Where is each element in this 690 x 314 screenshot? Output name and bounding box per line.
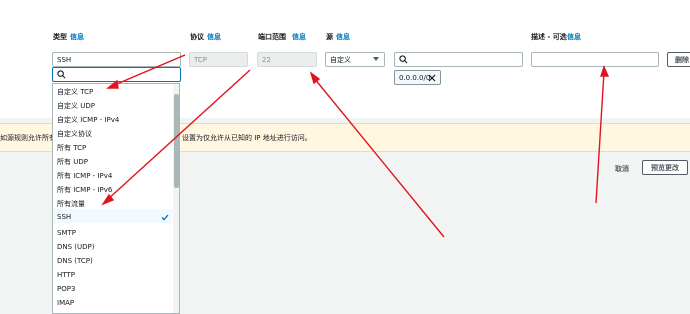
dropdown-item[interactable]: 所有 ICMP - IPv4	[57, 171, 112, 181]
dropdown-item[interactable]: IMAP	[57, 299, 74, 307]
port-range-header: 端口范围	[258, 33, 286, 41]
type-search-input[interactable]	[52, 67, 181, 82]
dropdown-item[interactable]: 自定义 ICMP - IPv4	[57, 115, 119, 125]
protocol-field: TCP	[189, 52, 248, 67]
dropdown-item[interactable]: SSH	[57, 213, 71, 221]
source-info-link[interactable]: 信息	[336, 32, 350, 42]
type-select-value: SSH	[57, 55, 72, 64]
type-select[interactable]: SSH	[52, 52, 181, 67]
port-range-info-link[interactable]: 信息	[292, 32, 306, 42]
source-cidr-value: 0.0.0.0/0	[399, 73, 431, 82]
protocol-value: TCP	[194, 55, 207, 64]
port-range-field: 22	[257, 52, 317, 67]
delete-button-label: 删除	[675, 55, 689, 64]
dropdown-item[interactable]: DNS (UDP)	[57, 243, 95, 251]
source-search-input[interactable]	[394, 52, 523, 67]
warning-text-left: 如源规则允许所有	[0, 134, 56, 142]
dropdown-item[interactable]: HTTP	[57, 271, 75, 279]
source-type-value: 自定义	[330, 55, 351, 64]
close-icon[interactable]	[428, 74, 436, 82]
port-range-value: 22	[262, 55, 271, 64]
description-info-link[interactable]: 信息	[567, 32, 581, 42]
source-header: 源	[326, 33, 333, 41]
type-dropdown-list: 自定义 TCP 自定义 UDP 自定义 ICMP - IPv4 自定义协议 所有…	[52, 83, 180, 314]
dropdown-item[interactable]: 自定义 UDP	[57, 101, 95, 111]
dropdown-item[interactable]: DNS (TCP)	[57, 257, 93, 265]
dropdown-item[interactable]: SMTP	[57, 229, 76, 237]
type-info-link[interactable]: 信息	[70, 32, 84, 42]
dropdown-item[interactable]: 自定义协议	[57, 129, 92, 139]
description-header: 描述 - 可选	[531, 33, 567, 41]
dropdown-item[interactable]: POP3	[57, 285, 75, 293]
search-icon	[57, 70, 66, 79]
dropdown-scrollbar-thumb[interactable]	[174, 94, 179, 188]
source-cidr-tag: 0.0.0.0/0	[394, 70, 441, 85]
dropdown-item[interactable]: 自定义 TCP	[57, 87, 93, 97]
dropdown-item[interactable]: 所有 TCP	[57, 143, 86, 153]
search-icon	[399, 55, 408, 64]
checkmark-icon	[161, 214, 169, 221]
protocol-header: 协议	[190, 33, 204, 41]
delete-button[interactable]: 删除	[667, 52, 690, 67]
dropdown-item[interactable]: 所有 ICMP - IPv6	[57, 185, 112, 195]
preview-changes-button[interactable]: 预览更改	[642, 160, 688, 175]
dropdown-item[interactable]: 所有流量	[57, 199, 85, 209]
type-header: 类型	[53, 33, 67, 41]
protocol-info-link[interactable]: 信息	[207, 32, 221, 42]
preview-changes-label: 预览更改	[651, 163, 679, 172]
warning-text-right: 设置为仅允许从已知的 IP 地址进行访问。	[182, 134, 312, 142]
dropdown-item[interactable]: 所有 UDP	[57, 157, 88, 167]
description-input[interactable]	[531, 52, 659, 67]
source-type-select[interactable]: 自定义	[325, 52, 385, 67]
chevron-down-icon	[373, 57, 379, 61]
cancel-button[interactable]: 取消	[615, 164, 629, 174]
